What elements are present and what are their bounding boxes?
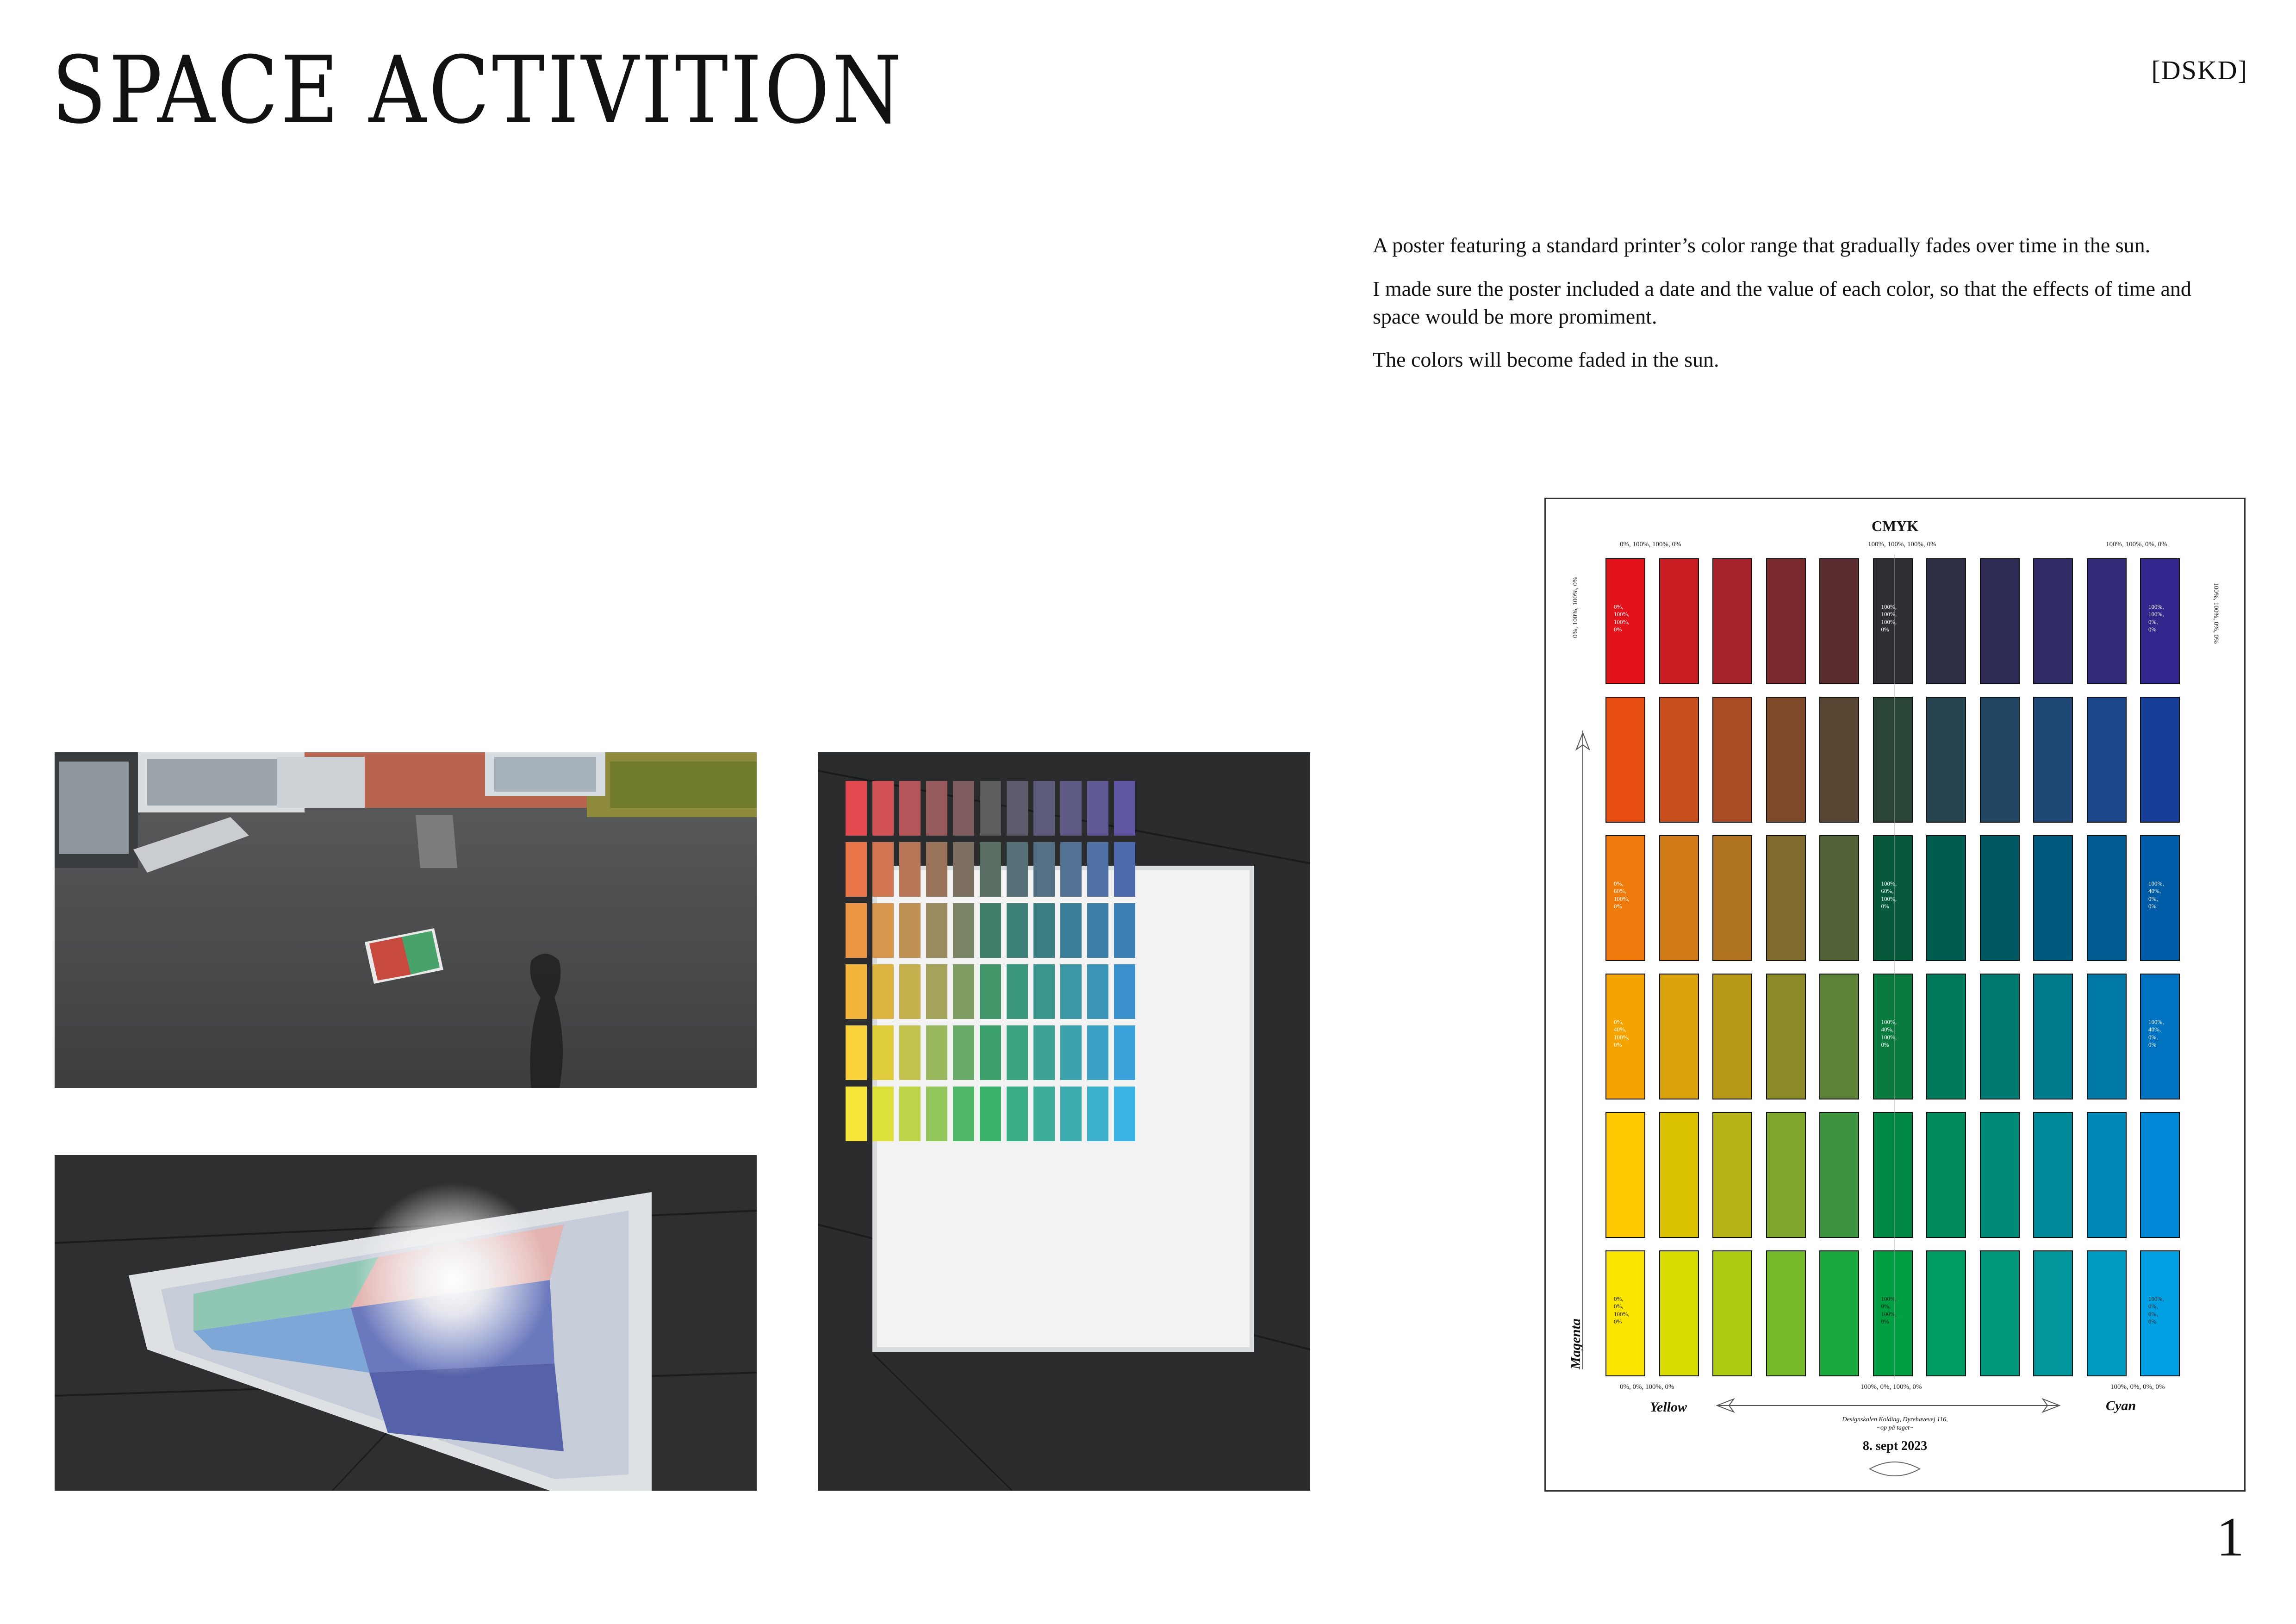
photo-swatch xyxy=(1087,1087,1108,1141)
photo-swatch xyxy=(980,781,1001,836)
paragraph-2: I made sure the poster included a date a… xyxy=(1373,276,2191,328)
photo-swatch xyxy=(1087,842,1108,897)
photo-swatch xyxy=(872,1025,894,1080)
photo-swatch xyxy=(1033,1025,1055,1080)
photo-swatch xyxy=(1060,842,1082,897)
photo-swatch xyxy=(846,1087,867,1141)
photo-angled xyxy=(55,1155,757,1491)
photo-swatch xyxy=(980,1087,1001,1141)
photo-swatch xyxy=(980,1025,1001,1080)
photo-swatch xyxy=(926,903,947,958)
photo-swatch xyxy=(1114,1087,1135,1141)
photo-swatch xyxy=(1114,781,1135,836)
photo-swatch xyxy=(1007,903,1028,958)
photo-swatch xyxy=(1087,903,1108,958)
photo-swatch xyxy=(1033,964,1055,1019)
photo-swatch xyxy=(1007,1087,1028,1141)
photo-swatch xyxy=(953,842,974,897)
photo-swatch xyxy=(846,964,867,1019)
photo-topdown xyxy=(818,752,1310,1491)
cmyk-poster: CMYK 0%, 100%, 100%, 0% 100%, 100%, 100%… xyxy=(1544,498,2246,1492)
photo-swatch xyxy=(953,781,974,836)
photo-swatch xyxy=(1007,1025,1028,1080)
photo-swatch xyxy=(899,1025,921,1080)
photo-swatch xyxy=(953,1025,974,1080)
paragraph-1: A poster featuring a standard printer’s … xyxy=(1373,233,2151,257)
photo-swatch xyxy=(1033,903,1055,958)
photo-swatch xyxy=(953,903,974,958)
photo-swatch xyxy=(1033,781,1055,836)
photo-swatch xyxy=(899,903,921,958)
photo-swatch xyxy=(872,781,894,836)
photo-swatch xyxy=(899,964,921,1019)
photo-swatch xyxy=(980,903,1001,958)
photo-swatch xyxy=(846,903,867,958)
photo-rooftop xyxy=(55,752,757,1088)
photo-swatch xyxy=(1060,964,1082,1019)
poster-arrows xyxy=(1575,555,2061,1476)
paragraph-3: The colors will become faded in the sun. xyxy=(1373,348,1719,372)
photo-swatch xyxy=(872,842,894,897)
photo-swatch xyxy=(872,964,894,1019)
photo-swatch xyxy=(953,1087,974,1141)
photo-swatch xyxy=(1114,964,1135,1019)
photo-swatch xyxy=(899,1087,921,1141)
photo-swatch xyxy=(1060,1025,1082,1080)
photo-swatch xyxy=(846,842,867,897)
photo-swatch xyxy=(899,842,921,897)
photo-swatch xyxy=(1114,903,1135,958)
photo-swatch xyxy=(846,781,867,836)
photo-swatch xyxy=(1007,781,1028,836)
photo-swatch xyxy=(1114,842,1135,897)
photo-swatch xyxy=(1087,781,1108,836)
photo-swatch xyxy=(926,964,947,1019)
photo-swatch xyxy=(953,964,974,1019)
photo-swatch xyxy=(1114,1025,1135,1080)
page-number: 1 xyxy=(2216,1506,2244,1568)
photo-swatch xyxy=(1060,903,1082,958)
photo-swatch xyxy=(926,1087,947,1141)
photo-swatch xyxy=(1007,842,1028,897)
photo-swatch xyxy=(980,964,1001,1019)
dskd-mark: [DSKD] xyxy=(2151,55,2248,85)
photo-swatch xyxy=(1060,1087,1082,1141)
photo-swatch xyxy=(1007,964,1028,1019)
photo-swatch xyxy=(926,781,947,836)
photo-swatch xyxy=(926,842,947,897)
topdown-mini-grid xyxy=(846,781,1188,1179)
photo-swatch xyxy=(1087,964,1108,1019)
photo-swatch xyxy=(872,1087,894,1141)
photo-swatch xyxy=(846,1025,867,1080)
photo-swatch xyxy=(926,1025,947,1080)
photo-swatch xyxy=(1087,1025,1108,1080)
description: A poster featuring a standard printer’s … xyxy=(1373,231,2210,389)
photo-swatch xyxy=(980,842,1001,897)
photo-swatch xyxy=(1033,842,1055,897)
photo-swatch xyxy=(1033,1087,1055,1141)
photo-swatch xyxy=(1060,781,1082,836)
photo-swatch xyxy=(899,781,921,836)
photo-swatch xyxy=(872,903,894,958)
page-title: SPACE ACTIVITION xyxy=(52,37,904,144)
